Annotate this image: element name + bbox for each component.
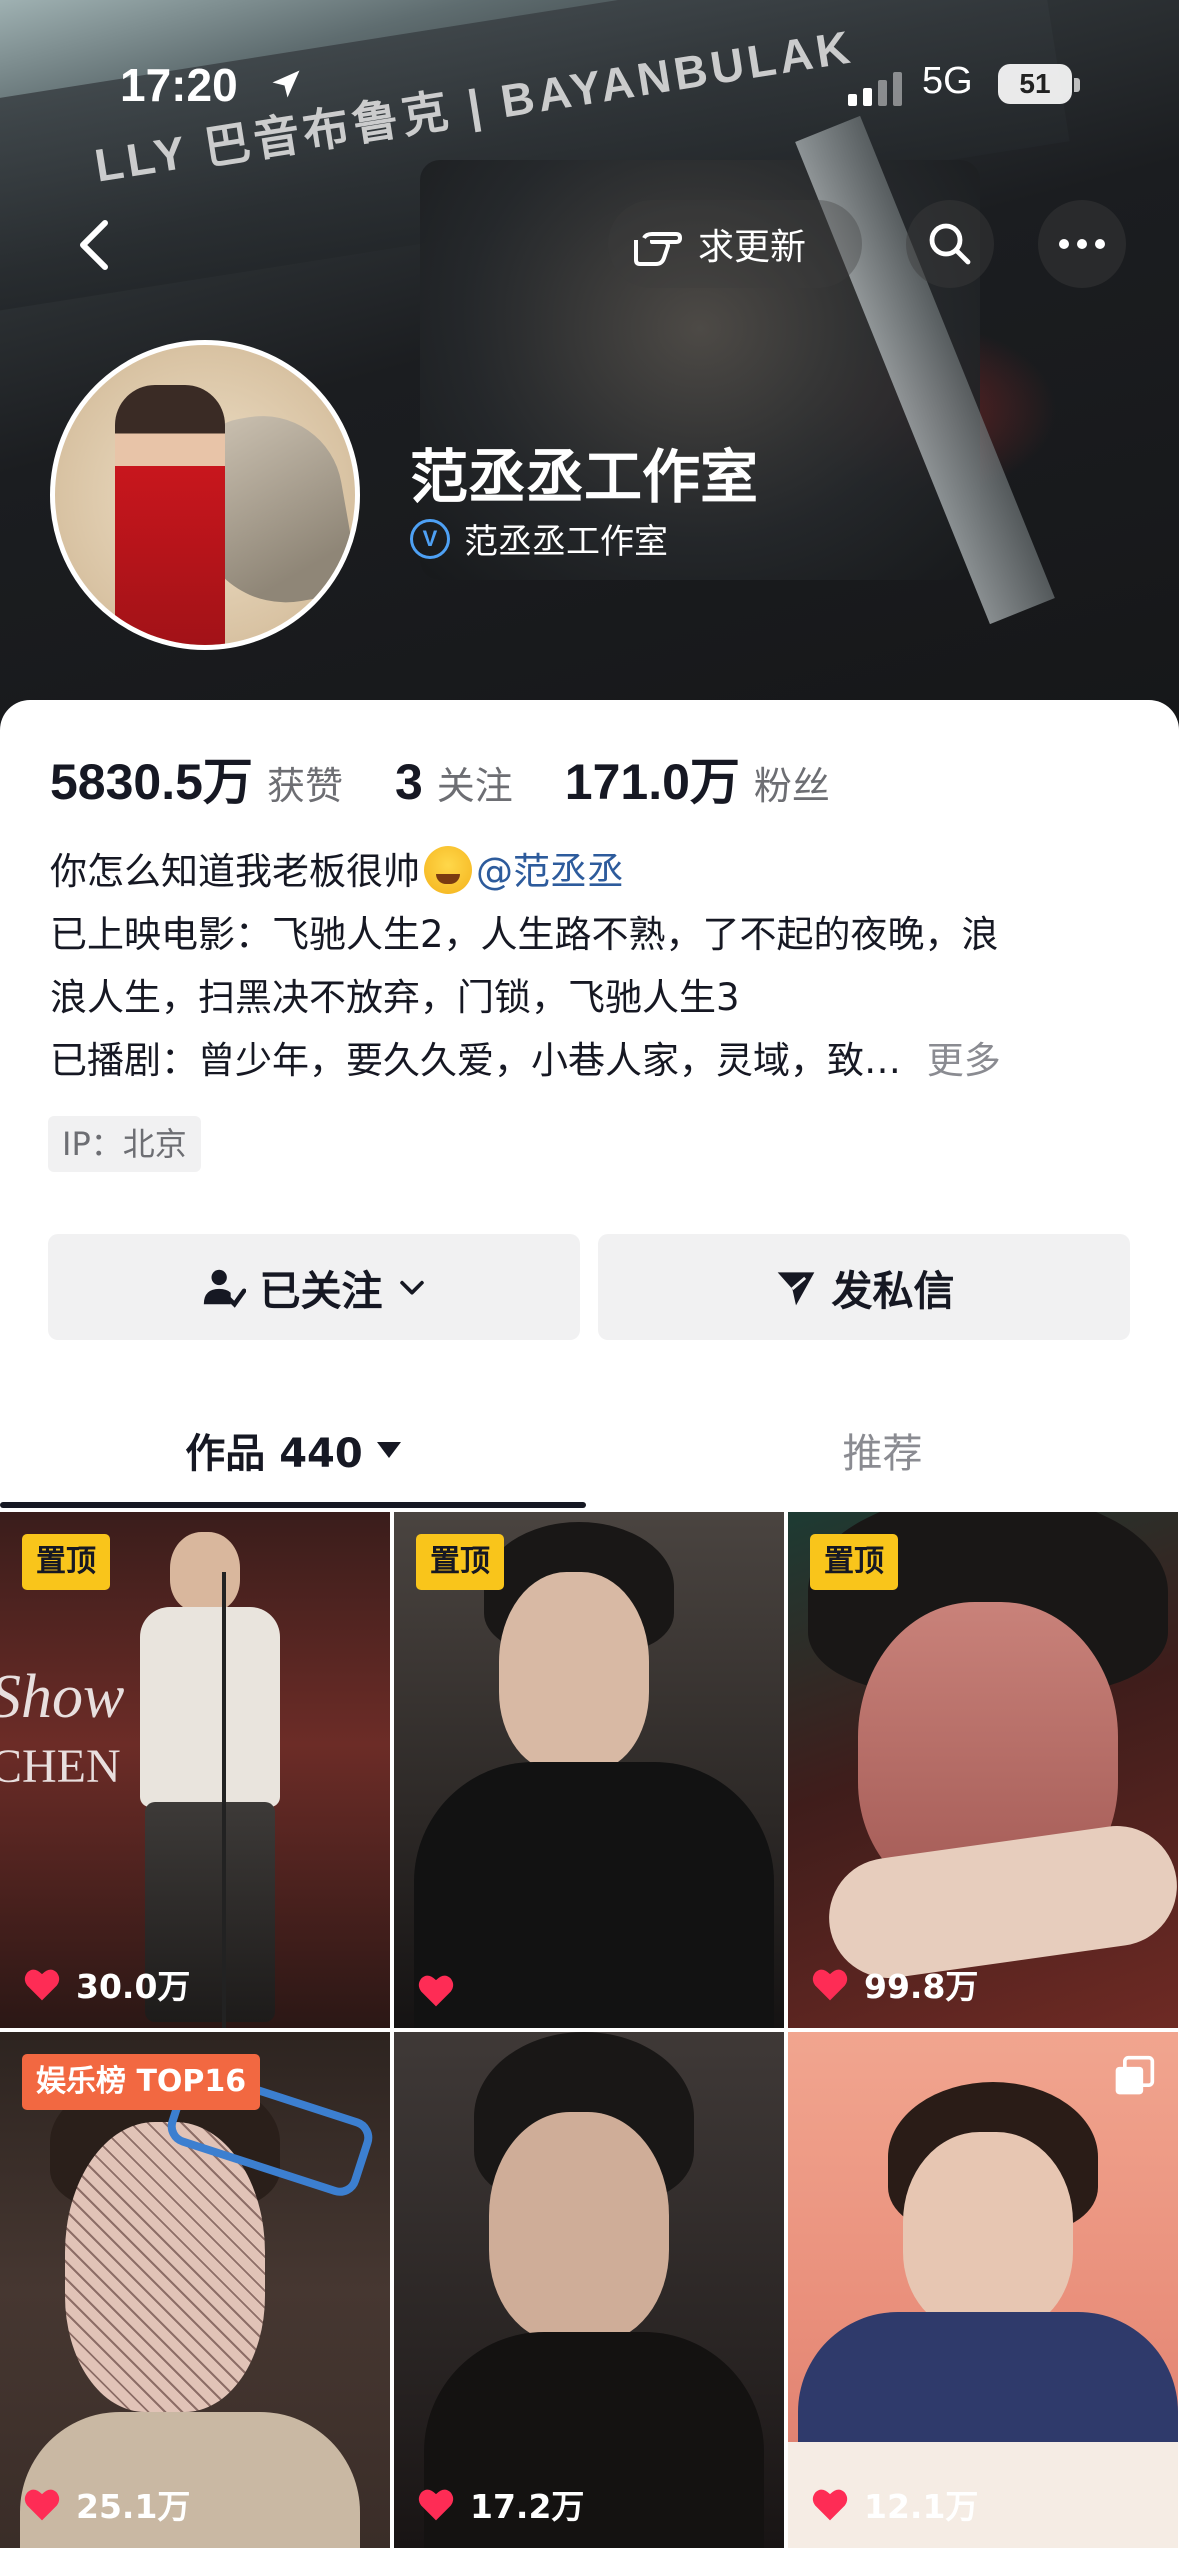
- video-thumbnail[interactable]: 娱乐榜 TOP16 25.1万: [0, 2032, 390, 2548]
- bio-mention-link[interactable]: @范丞丞: [476, 850, 624, 893]
- cellular-signal-icon: [848, 68, 908, 106]
- followers-label[interactable]: 粉丝: [754, 755, 830, 810]
- verified-icon: V: [410, 518, 450, 559]
- video-likes: 17.2万: [416, 2480, 584, 2528]
- bio-line-1: 你怎么知道我老板很帅 @范丞丞: [50, 840, 1140, 903]
- heart-icon: [416, 1972, 456, 2008]
- tab-recommended[interactable]: 推荐: [586, 1400, 1179, 1500]
- following-label[interactable]: 关注: [437, 755, 513, 810]
- multi-image-icon: [1112, 2054, 1156, 2102]
- avatar-person: [115, 385, 225, 645]
- followers-count[interactable]: 171.0万: [565, 742, 740, 814]
- bio-line-3: 浪人生，扫黑决不放弃，门锁，飞驰人生3: [50, 976, 740, 1019]
- tab-recommended-label: 推荐: [842, 1431, 923, 1477]
- bio-line-1-text: 你怎么知道我老板很帅: [50, 850, 420, 893]
- pinned-badge: 置顶: [22, 1534, 110, 1590]
- video-overlay-text: Show CHEN: [0, 1662, 124, 1802]
- video-person: [65, 2122, 265, 2412]
- video-thumbnail[interactable]: 置顶: [394, 1512, 784, 2028]
- request-update-label: 求更新: [698, 227, 807, 268]
- video-likes-count: 30.0万: [76, 1967, 191, 2006]
- video-likes: 12.1万: [810, 2480, 978, 2528]
- profile-name: 范丞丞工作室: [410, 443, 759, 511]
- more-dots-icon: [1059, 239, 1105, 249]
- location-arrow-icon: [272, 70, 300, 98]
- rank-badge: 娱乐榜 TOP16: [22, 2054, 261, 2110]
- video-likes: 99.8万: [810, 1960, 978, 2008]
- back-button[interactable]: [60, 210, 130, 280]
- search-icon: [929, 223, 971, 265]
- video-thumbnail[interactable]: 17.2万: [394, 2032, 784, 2548]
- chevron-left-icon: [80, 220, 108, 270]
- heart-icon: [810, 1966, 850, 2002]
- video-person: [489, 2112, 669, 2342]
- video-person: [499, 1572, 649, 1772]
- video-thumbnail[interactable]: 12.1万: [788, 2032, 1178, 2548]
- ip-location-tag: IP：北京: [48, 1116, 201, 1172]
- video-grid: Show CHEN 置顶 30.0万 置顶 置顶 99.8万 娱乐榜 TOP16…: [0, 1512, 1179, 2556]
- profile-stats: 5830.5万 获赞 3 关注 171.0万 粉丝: [50, 742, 882, 812]
- video-likes: 25.1万: [22, 2480, 190, 2528]
- user-check-icon: [200, 1264, 246, 1310]
- video-likes: 30.0万: [22, 1960, 190, 2008]
- active-tab-indicator: [0, 1502, 586, 1508]
- content-tabs: 作品 440 推荐: [0, 1400, 1179, 1510]
- star-struck-emoji-icon: [424, 846, 472, 894]
- profile-avatar[interactable]: [50, 340, 360, 650]
- verified-label: 范丞丞工作室: [464, 522, 668, 562]
- profile-bio: 你怎么知道我老板很帅 @范丞丞 已上映电影：飞驰人生2，人生路不熟，了不起的夜晚，…: [50, 840, 1140, 1092]
- video-thumbnail[interactable]: 置顶 99.8万: [788, 1512, 1178, 2028]
- video-likes-count: 17.2万: [470, 2487, 585, 2526]
- search-button[interactable]: [906, 200, 994, 288]
- following-button-label: 已关注: [259, 1267, 383, 1315]
- video-likes-count: 99.8万: [864, 1967, 979, 2006]
- bio-line-2: 已上映电影：飞驰人生2，人生路不熟，了不起的夜晚，浪: [50, 913, 999, 956]
- pinned-badge: 置顶: [416, 1534, 504, 1590]
- video-person-shirt: [140, 1607, 280, 1807]
- chevron-down-icon: [399, 1280, 424, 1295]
- bio-line-4: 已播剧：曾少年，要久久爱，小巷人家，灵域，致… 更多: [50, 1029, 1140, 1092]
- battery-icon: 51: [998, 64, 1072, 104]
- send-paper-plane-icon: [774, 1265, 818, 1309]
- likes-label: 获赞: [266, 764, 343, 808]
- pointing-hand-icon: [634, 232, 682, 266]
- heart-icon: [416, 2486, 456, 2522]
- following-count[interactable]: 3: [395, 753, 423, 811]
- bio-line-4-text: 已播剧：曾少年，要久久爱，小巷人家，灵域，致…: [50, 1039, 901, 1082]
- heart-icon: [22, 1966, 62, 2002]
- heart-icon: [810, 2486, 850, 2522]
- caret-down-icon: [376, 1442, 401, 1458]
- video-likes-count: 12.1万: [864, 2487, 979, 2526]
- status-bar: 17:20 5G 51: [0, 0, 1179, 170]
- status-time: 17:20: [120, 59, 238, 111]
- more-options-button[interactable]: [1038, 200, 1126, 288]
- battery-tip: [1074, 78, 1080, 92]
- video-overlay-line-2: CHEN: [0, 1740, 121, 1793]
- request-update-button[interactable]: 求更新: [608, 200, 862, 288]
- video-person: [903, 2132, 1073, 2332]
- mic-stand: [222, 1572, 226, 2028]
- video-overlay-line-1: Show: [0, 1663, 125, 1731]
- heart-icon: [22, 2486, 62, 2522]
- verified-row: V 范丞丞工作室: [410, 514, 668, 563]
- video-person: [170, 1532, 240, 1612]
- send-message-button[interactable]: 发私信: [598, 1234, 1130, 1340]
- following-button[interactable]: 已关注: [48, 1234, 580, 1340]
- likes-count: 5830.5万: [50, 754, 253, 810]
- bio-more-link[interactable]: 更多: [927, 1039, 1001, 1082]
- tab-works-label: 作品 440: [185, 1431, 363, 1477]
- send-message-label: 发私信: [831, 1267, 955, 1315]
- video-likes-count: 25.1万: [76, 2487, 191, 2526]
- tab-works[interactable]: 作品 440: [0, 1400, 586, 1500]
- pinned-badge: 置顶: [810, 1534, 898, 1590]
- video-thumbnail[interactable]: Show CHEN 置顶 30.0万: [0, 1512, 390, 2028]
- video-likes: [416, 1972, 470, 2008]
- network-type: 5G: [922, 60, 973, 102]
